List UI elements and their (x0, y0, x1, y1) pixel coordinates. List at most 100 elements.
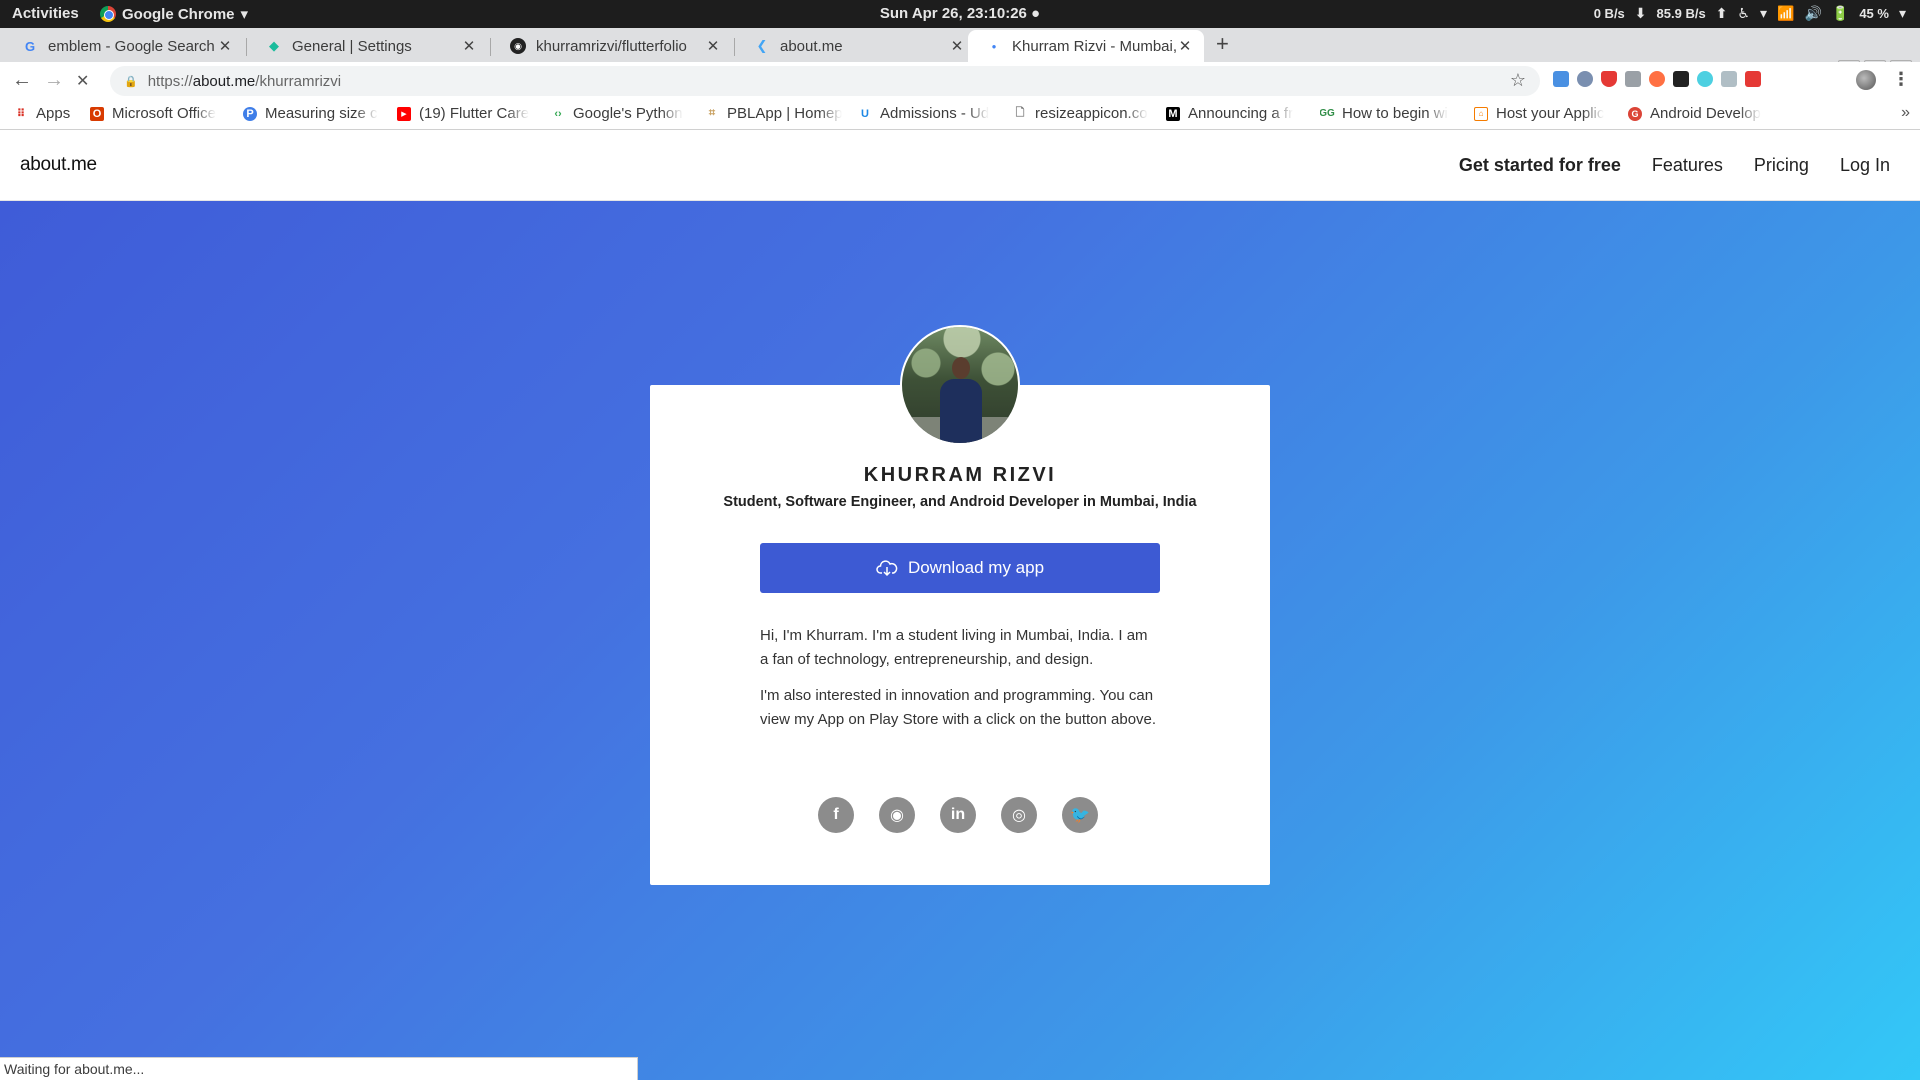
stop-loading-icon[interactable]: ✕ (76, 72, 89, 92)
tab-separator (490, 38, 491, 56)
tab-emblem-search[interactable]: G emblem - Google Search ✕ (4, 30, 244, 62)
navigation-bar: ← → ✕ 🔒 https://about.me/khurramrizvi ☆ … (0, 62, 1920, 100)
bookmark-googles-python[interactable]: ‹› Google's Python (551, 105, 688, 122)
bookmark-label: Android Develop (1650, 105, 1761, 122)
close-icon[interactable]: ✕ (704, 37, 722, 55)
app-menu[interactable]: Google Chrome ▾ (100, 5, 248, 23)
github-icon[interactable]: ◉ (879, 797, 915, 833)
system-tray[interactable]: 0 B/s ⬇ 85.9 B/s ⬆ ♿ ▾ 📶 🔊 🔋 45 % ▾ (1594, 5, 1906, 22)
bookmark-microsoft-office[interactable]: O Microsoft Office (90, 105, 225, 122)
pricing-link[interactable]: Pricing (1754, 155, 1809, 176)
site-nav: Get started for free Features Pricing Lo… (1459, 155, 1890, 176)
github-icon: ◉ (510, 38, 526, 54)
page-icon: 🗋 (1015, 107, 1025, 119)
udemy-icon: U (861, 107, 869, 120)
extension-window-icon[interactable] (1553, 71, 1569, 87)
tab-about-me[interactable]: ❮ about.me ✕ (736, 30, 976, 62)
code-icon: ‹› (554, 107, 562, 120)
bio-paragraph: I'm also interested in innovation and pr… (760, 687, 1157, 728)
app-name: Google Chrome (122, 5, 235, 23)
extension-rocket-icon[interactable] (1625, 71, 1641, 87)
bookmark-pblapp[interactable]: ⌗ PBLApp | Homep (705, 105, 842, 122)
chrome-menu-icon[interactable]: ⋮ (1892, 68, 1910, 90)
linkedin-icon[interactable]: in (940, 797, 976, 833)
activities-button[interactable]: Activities (12, 5, 79, 22)
bookmark-label: PBLApp | Homep (727, 105, 842, 122)
bookmark-label: (19) Flutter Care (419, 105, 530, 122)
tab-title: about.me (780, 37, 843, 55)
bookmark-host-your-app[interactable]: ⌂ Host your Applic (1474, 105, 1611, 122)
close-icon[interactable]: ✕ (948, 37, 966, 55)
google-icon: G (24, 38, 36, 54)
tab-general-settings[interactable]: ◆ General | Settings ✕ (248, 30, 488, 62)
gfg-icon: GG (1320, 108, 1335, 119)
bookmark-label: Host your Applic (1496, 105, 1605, 122)
wifi-icon[interactable]: 📶 (1777, 5, 1794, 22)
google-plus-icon: G (1628, 106, 1642, 121)
photo-person-body (940, 379, 982, 443)
address-bar[interactable]: 🔒 https://about.me/khurramrizvi ☆ (110, 66, 1540, 96)
tab-separator (734, 38, 735, 56)
bookmark-label: resizeappicon.co (1035, 105, 1148, 122)
profile-avatar-photo (900, 325, 1020, 445)
more-bookmarks-icon[interactable]: » (1901, 104, 1910, 122)
close-icon[interactable]: ✕ (216, 37, 234, 55)
url-host: about.me (192, 72, 256, 90)
loading-icon: ● (991, 41, 997, 51)
battery-level: 45 % (1859, 6, 1889, 21)
tab-github-repo[interactable]: ◉ khurramrizvi/flutterfolio ✕ (492, 30, 732, 62)
arrow-up-icon: ⬆ (1715, 5, 1728, 21)
profile-avatar[interactable] (1856, 70, 1876, 90)
bookmark-how-to-begin[interactable]: GG How to begin wi (1320, 105, 1457, 122)
chevron-down-icon[interactable]: ▾ (1760, 5, 1767, 22)
twitter-icon[interactable]: 🐦 (1062, 797, 1098, 833)
close-icon[interactable]: ✕ (460, 37, 478, 55)
extension-fire-icon[interactable] (1649, 71, 1665, 87)
bookmark-label: Announcing a fr (1188, 105, 1294, 122)
bookmark-android-develop[interactable]: G Android Develop (1628, 105, 1765, 122)
bookmark-admissions[interactable]: U Admissions - Ud (858, 105, 995, 122)
status-bubble: Waiting for about.me... (0, 1057, 638, 1080)
tab-title: khurramrizvi/flutterfolio (536, 37, 687, 55)
bookmark-announcing[interactable]: M Announcing a fr (1166, 105, 1303, 122)
extension-owl-icon[interactable] (1577, 71, 1593, 87)
bookmark-label: Google's Python (573, 105, 683, 122)
features-link[interactable]: Features (1652, 155, 1723, 176)
accessibility-icon[interactable]: ♿ (1737, 5, 1750, 22)
tab-title: Khurram Rizvi - Mumbai, I (1012, 37, 1176, 55)
p-icon: P (243, 106, 257, 121)
flutter-icon: ❮ (756, 38, 768, 53)
get-started-link[interactable]: Get started for free (1459, 155, 1621, 176)
arrow-down-icon: ⬇ (1634, 5, 1647, 21)
site-logo[interactable]: about.me (20, 154, 97, 176)
tab-strip: G emblem - Google Search ✕ ◆ General | S… (0, 28, 1920, 74)
new-tab-button[interactable]: + (1216, 32, 1229, 56)
extension-react-icon[interactable] (1697, 71, 1713, 87)
bookmark-measuring-size[interactable]: P Measuring size c (243, 105, 380, 122)
close-icon[interactable]: ✕ (1176, 37, 1194, 55)
chevron-down-icon[interactable]: ▾ (1899, 5, 1906, 22)
extension-screen-icon[interactable] (1721, 71, 1737, 87)
host-icon: ⌂ (1474, 106, 1488, 121)
battery-icon[interactable]: 🔋 (1832, 5, 1849, 22)
extension-red-square-icon[interactable] (1745, 71, 1761, 87)
bookmark-label: How to begin wi (1342, 105, 1448, 122)
extension-shield-icon[interactable] (1601, 71, 1617, 87)
volume-icon[interactable]: 🔊 (1804, 5, 1821, 22)
bookmark-flutter-career[interactable]: ▶ (19) Flutter Care (397, 105, 533, 122)
download-app-button[interactable]: Download my app (760, 543, 1160, 593)
facebook-icon[interactable]: f (818, 797, 854, 833)
back-arrow-icon[interactable]: ← (12, 70, 32, 90)
bookmark-apps[interactable]: ⠿ Apps (14, 105, 71, 122)
instagram-icon[interactable]: ◎ (1001, 797, 1037, 833)
login-link[interactable]: Log In (1840, 155, 1890, 176)
bookmark-label: Measuring size c (265, 105, 378, 122)
extension-feather-icon[interactable] (1673, 71, 1689, 87)
forward-arrow-icon[interactable]: → (44, 70, 64, 90)
tab-khurram-rizvi[interactable]: ● Khurram Rizvi - Mumbai, I ✕ (968, 30, 1204, 62)
bookmark-star-icon[interactable]: ☆ (1510, 70, 1526, 91)
profile-headline: Student, Software Engineer, and Android … (723, 494, 1197, 510)
lock-icon[interactable]: 🔒 (124, 75, 138, 88)
cloud-download-icon (876, 560, 898, 577)
bookmark-resizeappicon[interactable]: 🗋 resizeappicon.co (1013, 105, 1150, 122)
